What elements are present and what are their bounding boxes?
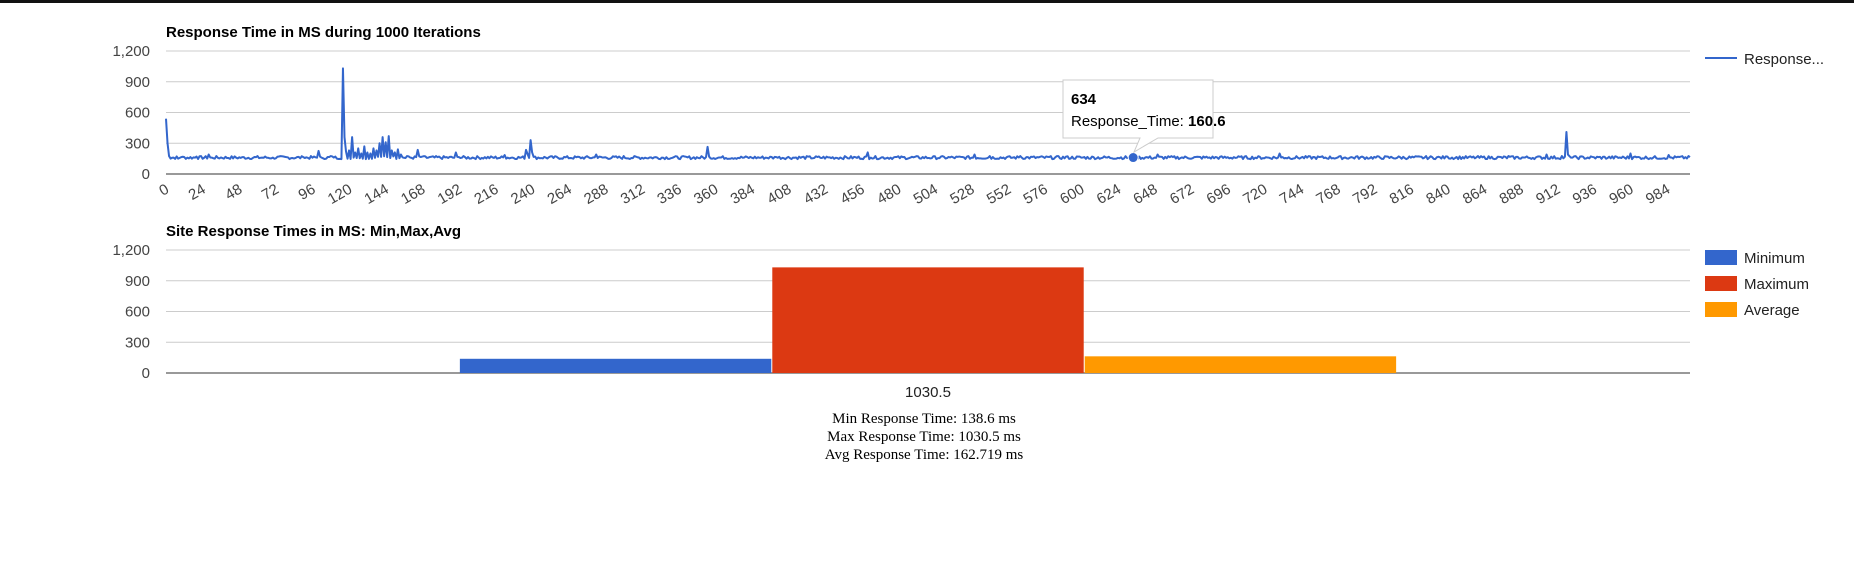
bar-chart: Site Response Times in MS: Min,Max,Avg 0… [112,223,1809,401]
line-x-tick-label: 864 [1460,181,1490,208]
line-chart-series [165,67,1691,164]
line-x-tick-label: 552 [984,181,1014,208]
tooltip-title: 634 [1071,91,1097,108]
charts-canvas: Response Time in MS during 1000 Iteratio… [112,24,1824,401]
legend-label-average: Average [1744,302,1800,319]
line-x-tick-label: 600 [1057,181,1087,208]
line-x-tick-label: 336 [654,181,684,208]
line-x-tick-label: 0 [156,181,172,200]
line-y-tick-label: 900 [125,74,150,91]
line-x-tick-label: 168 [398,181,428,208]
line-chart: Response Time in MS during 1000 Iteratio… [112,24,1824,208]
line-x-tick-label: 984 [1643,181,1673,208]
line-chart-y-ticks: 0 300 600 900 1,200 [112,43,150,183]
line-x-tick-label: 648 [1130,181,1160,208]
tooltip-line: Response_Time: 160.6 [1071,113,1226,130]
line-y-tick-label: 1,200 [112,43,150,60]
tooltip-point [1127,152,1139,164]
line-x-tick-label: 792 [1350,181,1380,208]
line-x-tick-label: 264 [545,181,575,208]
line-x-tick-label: 696 [1204,181,1234,208]
bar-chart-bars [459,267,1397,373]
bar-y-tick-label: 900 [125,273,150,290]
line-x-tick-label: 936 [1570,181,1600,208]
line-chart-title: Response Time in MS during 1000 Iteratio… [166,24,481,41]
line-x-tick-label: 912 [1533,181,1563,208]
legend-swatch-average [1705,302,1737,317]
line-x-tick-label: 672 [1167,181,1197,208]
line-x-tick-label: 240 [508,181,538,208]
bar-y-tick-label: 300 [125,334,150,351]
line-chart-x-ticks: 0 24 48 72 96 120 144 168 192 216 240 264 288 312 336 3… [156,181,1673,208]
legend-swatch-maximum [1705,276,1737,291]
line-x-tick-label: 312 [618,181,648,208]
line-chart-legend[interactable]: Response... [1705,51,1824,68]
line-x-tick-label: 96 [295,181,318,204]
bar-minimum [459,358,772,373]
bar-y-tick-label: 0 [142,365,150,382]
line-x-tick-label: 720 [1240,181,1270,208]
avg-response-time: Avg Response Time: 162.719 ms [824,447,1024,463]
line-x-tick-label: 744 [1277,181,1307,208]
line-chart-tooltip: 634 Response_Time: 160.6 [1062,79,1226,154]
line-legend-label: Response... [1744,51,1824,68]
line-y-tick-label: 0 [142,166,150,183]
line-x-tick-label: 192 [435,181,465,208]
legend-swatch-minimum [1705,250,1737,265]
line-x-tick-label: 24 [186,181,209,204]
line-x-tick-label: 48 [222,181,245,204]
bar-y-tick-label: 1,200 [112,242,150,259]
line-x-tick-label: 816 [1387,181,1417,208]
line-x-tick-label: 888 [1496,181,1526,208]
line-x-tick-label: 360 [691,181,721,208]
bar-chart-y-ticks: 0 300 600 900 1,200 [112,242,150,382]
bar-chart-title: Site Response Times in MS: Min,Max,Avg [166,223,461,240]
line-x-tick-label: 144 [361,181,391,208]
line-x-tick-label: 480 [874,181,904,208]
line-x-tick-label: 960 [1606,181,1636,208]
bar-category-label: 1030.5 [905,384,951,401]
bar-y-tick-label: 600 [125,304,150,321]
bar-chart-legend[interactable]: Minimum Maximum Average [1705,250,1809,319]
tooltip-series-label: Response_Time: [1071,113,1184,130]
line-x-tick-label: 576 [1021,181,1051,208]
line-x-tick-label: 504 [911,181,941,208]
line-x-tick-label: 432 [801,181,831,208]
line-y-tick-label: 300 [125,135,150,152]
line-x-tick-label: 768 [1313,181,1343,208]
response-stats: Min Response Time: 138.6 ms Max Response… [0,410,1854,464]
line-x-tick-label: 72 [259,181,282,204]
line-x-tick-label: 624 [1094,181,1124,208]
legend-label-minimum: Minimum [1744,250,1805,267]
line-y-tick-label: 600 [125,105,150,122]
max-response-time: Max Response Time: 1030.5 ms [827,429,1021,445]
line-x-tick-label: 408 [764,181,794,208]
line-x-tick-label: 384 [728,181,758,208]
min-response-time: Min Response Time: 138.6 ms [832,411,1016,427]
legend-label-maximum: Maximum [1744,276,1809,293]
tooltip-value: 160.6 [1188,113,1226,130]
line-x-tick-label: 216 [471,181,501,208]
line-x-tick-label: 456 [837,181,867,208]
bar-maximum [772,267,1084,373]
line-x-tick-label: 840 [1423,181,1453,208]
bar-average [1084,356,1397,373]
line-x-tick-label: 288 [581,181,611,208]
line-x-tick-label: 120 [325,181,355,208]
line-x-tick-label: 528 [947,181,977,208]
